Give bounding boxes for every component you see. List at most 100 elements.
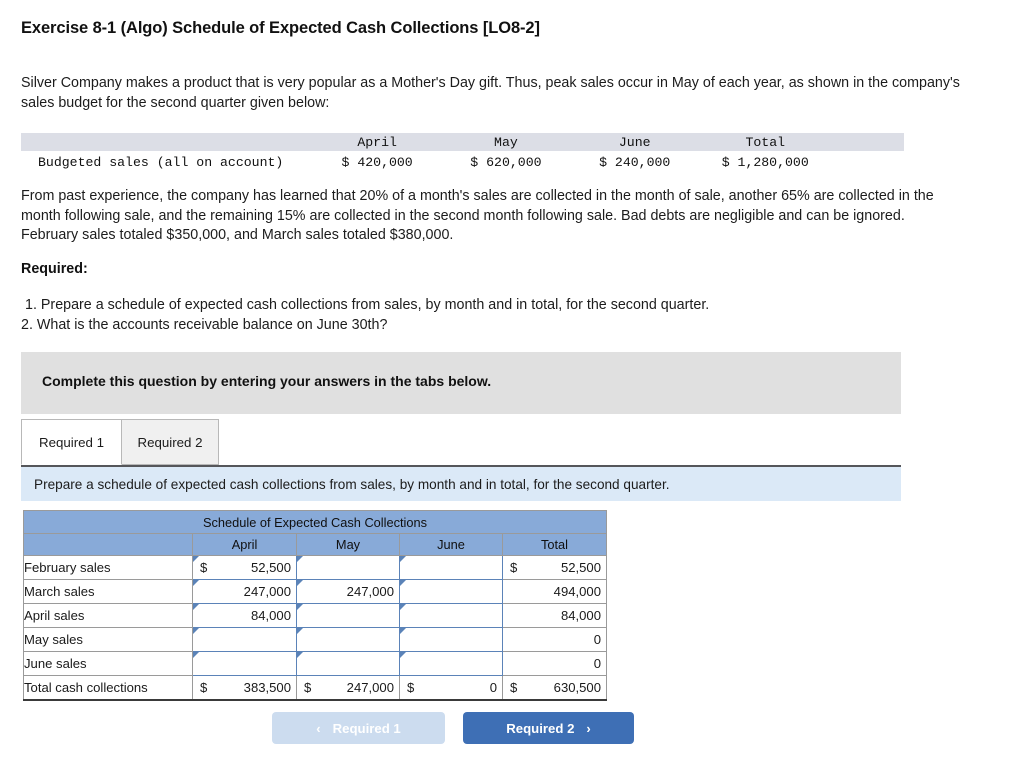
row-label-june-sales: June sales [23,651,193,676]
answer-grid-wrapper: Schedule of Expected Cash Collections Ap… [23,510,607,701]
cell-flag-icon [297,556,303,562]
grid-header-total: Total [502,533,607,556]
value: 52,500 [250,560,291,575]
value: 0 [593,656,601,671]
cell-flag-icon [193,628,199,634]
budget-table-header-row: April May June Total [21,133,904,151]
grid-header-june: June [399,533,503,556]
budget-header-april: April [312,133,442,151]
required-item-1: 1. Prepare a schedule of expected cash c… [25,297,710,313]
budget-row-may: $ 620,000 [441,151,571,173]
tab-required-2-label: Required 2 [137,434,203,450]
currency-symbol: $ [510,560,518,575]
currency-symbol: $ [200,560,208,575]
table-row: April sales 84,000 84,000 [23,603,607,628]
input-april-may[interactable] [296,603,400,628]
budget-header-total: Total [699,133,832,151]
output-total-total: $ 630,500 [502,675,607,701]
currency-symbol: $ [510,680,518,695]
budgeted-sales-table: April May June Total Budgeted sales (all… [21,133,904,173]
cell-flag-icon [193,604,199,610]
cell-flag-icon [400,580,406,586]
output-february-total: $ 52,500 [502,555,607,580]
row-label-total-cash-collections: Total cash collections [23,675,193,701]
cell-flag-icon [193,556,199,562]
tab-instruction-text: Prepare a schedule of expected cash coll… [34,477,670,492]
currency-symbol: $ [304,680,312,695]
table-row: March sales 247,000 247,000 494,000 [23,579,607,604]
input-march-may[interactable]: 247,000 [296,579,400,604]
instruction-bar-text: Complete this question by entering your … [42,373,492,389]
cell-flag-icon [400,604,406,610]
row-label-february-sales: February sales [23,555,193,580]
input-april-june[interactable] [399,603,503,628]
input-march-june[interactable] [399,579,503,604]
value: 247,000 [346,584,394,599]
output-june-total: 0 [502,651,607,676]
grid-header-row: April May June Total [23,533,607,556]
row-label-march-sales: March sales [23,579,193,604]
required-item-2: 2. What is the accounts receivable balan… [21,317,388,333]
budget-header-june: June [570,133,700,151]
budget-header-spacer [831,133,904,151]
previous-required-1-button[interactable]: ‹ Required 1 [272,712,445,744]
input-april-april[interactable]: 84,000 [192,603,297,628]
input-may-may[interactable] [296,627,400,652]
value: 84,000 [560,608,601,623]
cell-flag-icon [297,652,303,658]
budget-row-total: $ 1,280,000 [699,151,832,173]
output-total-may: $ 247,000 [296,675,400,701]
previous-button-label: Required 1 [332,720,401,736]
schedule-of-expected-cash-collections-table: Schedule of Expected Cash Collections Ap… [23,510,607,701]
input-may-june[interactable] [399,627,503,652]
grid-header-may: May [296,533,400,556]
instruction-bar: Complete this question by entering your … [21,352,901,414]
output-total-june: $ 0 [399,675,503,701]
table-row: May sales 0 [23,627,607,652]
input-march-april[interactable]: 247,000 [192,579,297,604]
input-june-june[interactable] [399,651,503,676]
value: 0 [593,632,601,647]
input-june-april[interactable] [192,651,297,676]
budget-row-label: Budgeted sales (all on account) [21,151,313,173]
value: 383,500 [243,680,291,695]
grid-title: Schedule of Expected Cash Collections [23,510,607,534]
table-row: February sales $ 52,500 $ 52,500 [23,555,607,580]
output-april-total: 84,000 [502,603,607,628]
required-heading: Required: [21,261,88,277]
input-june-may[interactable] [296,651,400,676]
value: 630,500 [553,680,601,695]
cell-flag-icon [297,580,303,586]
row-label-may-sales: May sales [23,627,193,652]
value: 247,000 [346,680,394,695]
input-february-may[interactable] [296,555,400,580]
grid-header-blank [23,533,193,556]
tab-required-1[interactable]: Required 1 [21,419,122,465]
value: 84,000 [250,608,291,623]
budget-row-spacer [831,151,904,173]
budget-row-june: $ 240,000 [570,151,700,173]
tab-required-2[interactable]: Required 2 [121,419,219,465]
next-required-2-button[interactable]: Required 2 › [463,712,634,744]
currency-symbol: $ [200,680,208,695]
input-may-april[interactable] [192,627,297,652]
cell-flag-icon [297,628,303,634]
cell-flag-icon [400,652,406,658]
input-february-june[interactable] [399,555,503,580]
budget-header-blank [21,133,313,151]
table-row-total: Total cash collections $ 383,500 $ 247,0… [23,675,607,701]
value: 247,000 [243,584,291,599]
row-label-april-sales: April sales [23,603,193,628]
body-paragraph: From past experience, the company has le… [21,188,934,243]
budget-header-may: May [441,133,571,151]
cell-flag-icon [400,556,406,562]
next-button-label: Required 2 [506,720,575,736]
tab-instruction-banner: Prepare a schedule of expected cash coll… [21,465,901,501]
output-may-total: 0 [502,627,607,652]
tab-required-1-label: Required 1 [38,434,105,450]
cell-flag-icon [400,628,406,634]
budget-table-row: Budgeted sales (all on account) $ 420,00… [21,151,904,173]
grid-header-april: April [192,533,297,556]
output-march-total: 494,000 [502,579,607,604]
input-february-april[interactable]: $ 52,500 [192,555,297,580]
